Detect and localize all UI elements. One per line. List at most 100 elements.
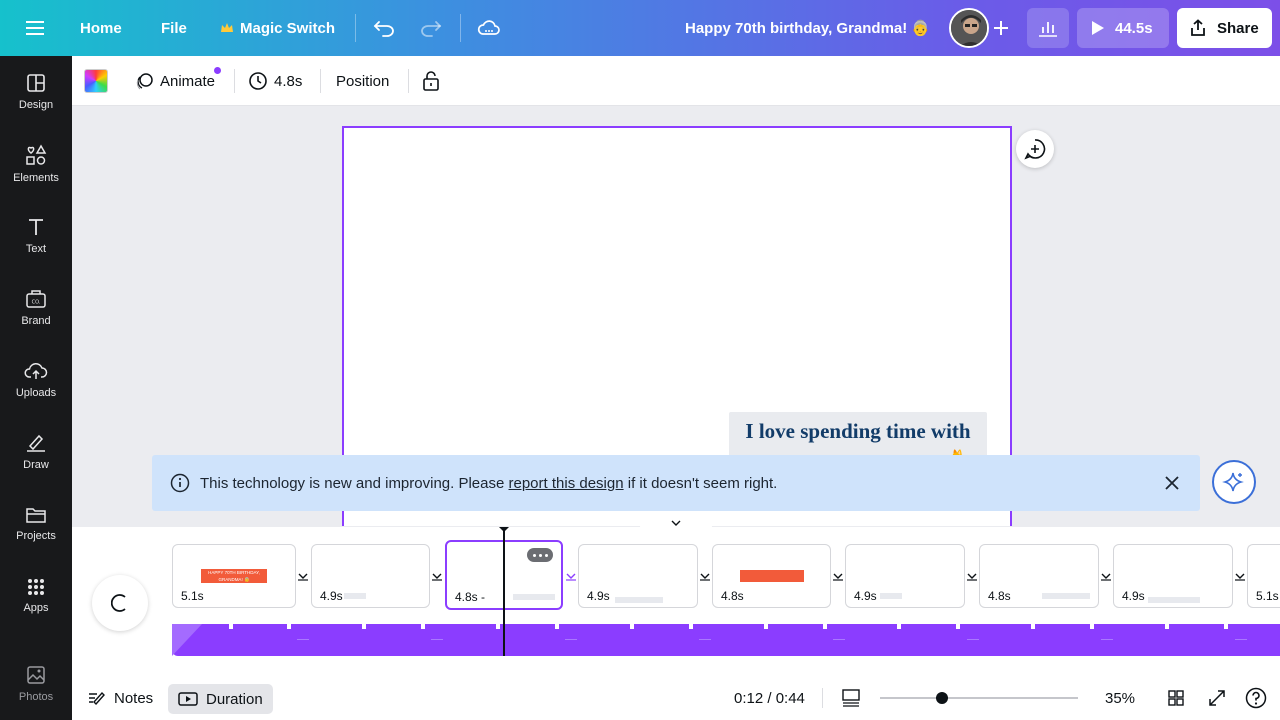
sidebar-item-draw[interactable]: Draw: [0, 420, 72, 484]
present-button[interactable]: 44.5s: [1077, 8, 1169, 48]
loading-spinner-icon: [111, 594, 126, 612]
cloud-icon[interactable]: [471, 10, 507, 46]
more-options-icon[interactable]: [527, 548, 553, 562]
animate-icon: [136, 72, 154, 90]
notes-button[interactable]: Notes: [88, 676, 153, 720]
text-icon: [29, 219, 43, 235]
duration-toggle-label: Duration: [206, 690, 263, 708]
clip-4[interactable]: 4.9s: [578, 544, 698, 608]
svg-text:CO.: CO.: [32, 300, 41, 306]
audio-track[interactable]: [172, 624, 1280, 656]
transition-icon[interactable]: [296, 569, 310, 583]
playhead[interactable]: [499, 527, 509, 656]
sidebar-item-projects[interactable]: Projects: [0, 492, 72, 556]
redo-icon[interactable]: [413, 10, 449, 46]
clock-icon: [248, 71, 268, 91]
clip-7[interactable]: 4.8s: [979, 544, 1099, 608]
fullscreen-icon[interactable]: [1208, 676, 1226, 720]
left-sidebar: Design Elements Text CO. Brand Uploads D…: [0, 56, 72, 720]
clip-duration: 4.9s: [854, 589, 877, 603]
upload-icon: [24, 362, 48, 379]
brand-icon: CO.: [26, 290, 46, 308]
clip-2[interactable]: 4.9s: [311, 544, 430, 608]
top-bar: Home File Magic Switch Happy 70th birthd…: [0, 0, 1280, 56]
duration-toggle-button[interactable]: Duration: [168, 684, 273, 714]
close-icon[interactable]: [1162, 473, 1182, 493]
sparkle-icon: [1222, 472, 1244, 492]
play-timeline-button[interactable]: [92, 575, 148, 631]
notice-suffix: if it doesn't seem right.: [623, 474, 778, 492]
page-view-icon[interactable]: [842, 676, 860, 720]
lock-icon[interactable]: [422, 56, 440, 106]
clip-6[interactable]: 4.9s: [845, 544, 965, 608]
duration-button[interactable]: 4.8s: [248, 56, 302, 106]
sidebar-item-design[interactable]: Design: [0, 60, 72, 124]
clip-thumbnail-text: HAPPY 70TH BIRTHDAY, GRANDMA! 👵: [208, 570, 260, 582]
sidebar-item-photos[interactable]: Photos: [0, 652, 72, 716]
sidebar-item-elements[interactable]: Elements: [0, 132, 72, 196]
info-icon: [170, 473, 190, 493]
clip-thumbnail: [880, 593, 902, 599]
position-button[interactable]: Position: [336, 56, 389, 106]
transition-icon[interactable]: [1233, 569, 1247, 583]
magic-switch-button[interactable]: Magic Switch: [220, 8, 335, 48]
transition-icon[interactable]: [1099, 569, 1113, 583]
notice-banner: This technology is new and improving. Pl…: [152, 455, 1200, 511]
clip-thumbnail: [1148, 597, 1200, 603]
timeline-panel: HAPPY 70TH BIRTHDAY, GRANDMA! 👵 5.1s 4.9…: [72, 527, 1280, 676]
sidebar-item-label: Draw: [23, 459, 49, 471]
transition-icon[interactable]: [564, 569, 578, 583]
zoom-slider[interactable]: [880, 692, 1078, 704]
clip-thumbnail: [1042, 593, 1090, 599]
sidebar-item-text[interactable]: Text: [0, 204, 72, 268]
elements-icon: [26, 144, 47, 165]
transition-icon[interactable]: [965, 569, 979, 583]
sidebar-item-brand[interactable]: CO. Brand: [0, 276, 72, 340]
menu-icon[interactable]: [18, 10, 54, 46]
grid-view-icon[interactable]: [1168, 676, 1184, 720]
animate-button[interactable]: Animate: [136, 56, 222, 106]
design-icon: [27, 74, 45, 92]
sidebar-item-label: Apps: [23, 602, 49, 614]
transition-icon[interactable]: [698, 569, 712, 583]
folder-icon: [26, 508, 46, 523]
notice-prefix: This technology is new and improving. Pl…: [200, 474, 509, 492]
report-design-link[interactable]: report this design: [509, 475, 624, 492]
undo-icon[interactable]: [366, 10, 402, 46]
clip-duration: 4.9s: [1122, 589, 1145, 603]
sidebar-item-uploads[interactable]: Uploads: [0, 348, 72, 412]
plus-icon[interactable]: [983, 10, 1019, 46]
clip-1[interactable]: HAPPY 70TH BIRTHDAY, GRANDMA! 👵 5.1s: [172, 544, 296, 608]
sidebar-item-label: Design: [18, 99, 54, 111]
document-title[interactable]: Happy 70th birthday, Grandma! 👵: [685, 8, 930, 48]
transition-icon[interactable]: [831, 569, 845, 583]
sidebar-item-apps[interactable]: Apps: [0, 564, 72, 628]
zoom-percentage[interactable]: 35%: [1105, 676, 1135, 720]
add-comment-button[interactable]: [1016, 130, 1054, 168]
chevron-down-icon: [671, 520, 681, 526]
transition-icon[interactable]: [430, 569, 444, 583]
canvas-text-line: I love spending time with: [745, 419, 971, 443]
clip-thumbnail: [344, 593, 366, 599]
clip-duration: 4.8s: [721, 589, 744, 603]
analytics-icon[interactable]: [1027, 8, 1069, 48]
magic-assistant-button[interactable]: [1212, 460, 1256, 504]
clip-duration: 4.9s: [320, 589, 343, 603]
share-label: Share: [1217, 19, 1259, 37]
footer-bar: Notes Duration 0:12 / 0:44 35%: [72, 676, 1280, 720]
share-button[interactable]: Share: [1177, 8, 1272, 48]
help-icon[interactable]: [1245, 676, 1267, 720]
home-button[interactable]: Home: [80, 8, 122, 48]
color-picker-icon[interactable]: [84, 69, 108, 93]
clip-duration: 5.1s: [1256, 589, 1279, 603]
file-menu-button[interactable]: File: [161, 8, 187, 48]
zoom-slider-thumb[interactable]: [936, 692, 948, 704]
sidebar-item-label: Projects: [16, 530, 56, 542]
new-indicator-dot: [214, 67, 222, 74]
clip-duration: 5.1s: [181, 589, 204, 603]
sidebar-item-label: Text: [25, 243, 47, 255]
comment-plus-icon: [1024, 139, 1046, 160]
clip-8[interactable]: 4.9s: [1113, 544, 1233, 608]
clip-5[interactable]: 4.8s: [712, 544, 831, 608]
clip-9[interactable]: 5.1s: [1247, 544, 1280, 608]
